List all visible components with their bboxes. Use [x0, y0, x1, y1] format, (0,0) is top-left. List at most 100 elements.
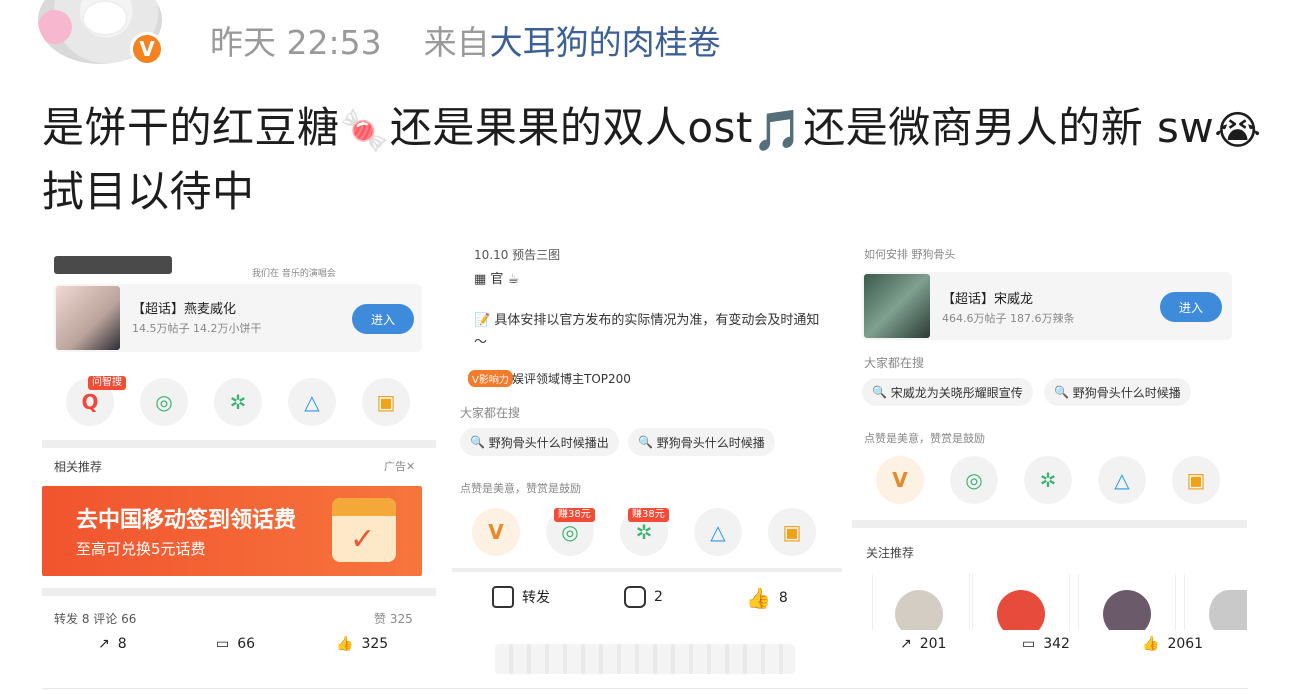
bottom-divider	[42, 688, 1248, 689]
follow-card[interactable]	[972, 574, 1070, 630]
tabs-text[interactable]: 转发 8 评论 66	[54, 610, 136, 627]
search-label: 大家都在搜	[864, 356, 925, 370]
avatar	[895, 590, 943, 630]
topic-card[interactable]: 【超话】燕麦威化 14.5万帖子 14.2万小饼干 进入	[54, 284, 422, 352]
save-image-icon[interactable]: ▣	[768, 508, 816, 556]
follow-card[interactable]	[872, 574, 970, 630]
topic-title: 【超话】宋威龙	[942, 292, 1034, 307]
comment-button[interactable]: 2	[624, 586, 663, 608]
comment-icon	[624, 586, 646, 608]
shot3-repost[interactable]: ↗ 201	[900, 636, 946, 652]
repost-icon: ↗	[98, 636, 110, 652]
bunny-icon	[82, 0, 128, 36]
attached-image-3[interactable]: 如何安排 野狗骨头 【超话】宋威龙 464.6万帖子 187.6万辣条 进入 大…	[852, 240, 1247, 630]
verified-badge: V	[130, 32, 164, 66]
post-text-seg2: 还是果果的双人ost	[389, 103, 753, 152]
topic-thumbnail	[864, 274, 930, 338]
topic-stats: 464.6万帖子 187.6万辣条	[942, 312, 1075, 325]
repost-count: 201	[919, 636, 947, 652]
music-note-icon: 🎵	[752, 107, 804, 154]
post-meta: 昨天 22:53 来自大耳狗的肉桂卷	[210, 16, 721, 64]
like-button[interactable]: 👍 8	[746, 586, 788, 610]
qq-icon[interactable]: △	[1098, 456, 1146, 504]
ad-title: 去中国移动签到领话费	[76, 508, 297, 533]
save-image-icon[interactable]: ▣	[1172, 456, 1220, 504]
search-chip-1[interactable]: 🔍 野狗骨头什么时候播出	[460, 428, 619, 456]
official-line: ▦ 官 ☕	[474, 272, 520, 287]
thumbs-up-icon: 👍	[746, 586, 771, 610]
qq-icon[interactable]: △	[288, 378, 336, 426]
search-label: 大家都在搜	[460, 406, 521, 420]
comment-count: 66	[237, 636, 256, 652]
search-chip-2[interactable]: 🔍 野狗骨头什么时候播	[628, 428, 775, 456]
rank-text: 娱评领域博主TOP200	[512, 372, 631, 386]
post-header: V 昨天 22:53 来自大耳狗的肉桂卷	[0, 0, 1290, 80]
shot1-like[interactable]: 👍 325	[336, 636, 388, 652]
repost-icon	[492, 586, 514, 608]
praise-text: 点赞是美意，赞赏是鼓励	[460, 482, 581, 495]
post-body: 📝 具体安排以官方发布的实际情况为准，有变动会及时通知～	[474, 313, 820, 350]
divider	[42, 440, 436, 448]
comment-count: 342	[1043, 636, 1070, 652]
qq-icon[interactable]: △	[694, 508, 742, 556]
post-time: 昨天 22:53	[210, 23, 382, 62]
candy-icon: 🍬	[339, 107, 390, 154]
save-image-icon[interactable]: ▣	[362, 378, 410, 426]
shot1-comment[interactable]: ▭ 66	[216, 636, 255, 652]
repost-button[interactable]: 转发	[492, 586, 550, 608]
comment-icon: ▭	[216, 636, 230, 652]
shot3-like[interactable]: 👍 2061	[1142, 636, 1203, 652]
follow-label: 关注推荐	[866, 546, 915, 560]
ad-close[interactable]: 广告✕	[384, 458, 415, 474]
search-chip-1[interactable]: 🔍 宋威龙为关晓彤耀眼宣传	[862, 378, 1033, 406]
earn-tag-2: 赚38元	[628, 508, 669, 522]
attached-image-1[interactable]: 我们在 音乐的演唱会 【超话】燕麦威化 14.5万帖子 14.2万小饼干 进入 …	[42, 240, 436, 630]
post-text-seg4: 拭目以待中	[42, 167, 255, 216]
ad-banner[interactable]: 去中国移动签到领话费 至高可兑换5元话费 ✓	[42, 486, 422, 576]
avatar	[1209, 590, 1247, 630]
search-chip-2[interactable]: 🔍 野狗骨头什么时候播	[1044, 378, 1191, 406]
wechat-icon[interactable]: ◎	[950, 456, 998, 504]
enter-button[interactable]: 进入	[1160, 292, 1222, 322]
reward-icon[interactable]: V	[876, 456, 924, 504]
blurred-area	[495, 644, 795, 674]
repost-icon: ↗	[900, 636, 912, 652]
repost-label: 转发	[522, 590, 550, 606]
ask-badge: 问智搜	[88, 376, 126, 390]
post-text: 是饼干的红豆糖🍬还是果果的双人ost🎵还是微商男人的新 sw😭 拭目以待中	[42, 96, 1262, 224]
from-label: 来自	[423, 23, 490, 62]
follow-card[interactable]	[1184, 574, 1247, 630]
avatar	[1103, 590, 1151, 630]
ice-cream-icon	[38, 10, 72, 44]
attached-image-2[interactable]: 10.10 预告三图 ▦ 官 ☕ 📝 具体安排以官方发布的实际情况为准，有变动会…	[452, 240, 842, 630]
moments-icon[interactable]: ✲	[1024, 456, 1072, 504]
repost-count: 8	[117, 636, 127, 652]
divider	[42, 588, 436, 596]
topic-title: 【超话】燕麦威化	[132, 302, 237, 317]
topic-card[interactable]: 【超话】宋威龙 464.6万帖子 187.6万辣条 进入	[862, 272, 1232, 340]
moments-icon[interactable]: ✲	[214, 378, 262, 426]
shot1-repost[interactable]: ↗ 8	[98, 636, 127, 652]
comment-count: 2	[654, 589, 663, 605]
reward-icon[interactable]: V	[472, 508, 520, 556]
like-count: 2061	[1167, 636, 1204, 652]
enter-button[interactable]: 进入	[352, 304, 414, 334]
ad-subtitle: 至高可兑换5元话费	[76, 540, 206, 558]
earn-tag-1: 赚38元	[554, 508, 595, 522]
post-text-seg1: 是饼干的红豆糖	[42, 103, 340, 152]
topic-thumbnail	[56, 286, 120, 350]
praise-text: 点赞是美意，赞赏是鼓励	[864, 432, 985, 445]
divider	[452, 568, 842, 572]
wechat-icon[interactable]: ◎	[140, 378, 188, 426]
divider	[852, 520, 1247, 528]
follow-card[interactable]	[1078, 574, 1176, 630]
related-label: 相关推荐	[54, 460, 103, 474]
source-link[interactable]: 大耳狗的肉桂卷	[490, 23, 721, 62]
likes-tab[interactable]: 赞 325	[374, 610, 413, 627]
post-text-seg3: 还是微商男人的新 sw	[803, 103, 1215, 152]
top-caption: 如何安排 野狗骨头	[864, 248, 956, 261]
avatar	[997, 590, 1045, 630]
calendar-check-icon: ✓	[332, 498, 396, 562]
line-top: 10.10 预告三图	[474, 248, 561, 262]
shot3-comment[interactable]: ▭ 342	[1022, 636, 1070, 652]
